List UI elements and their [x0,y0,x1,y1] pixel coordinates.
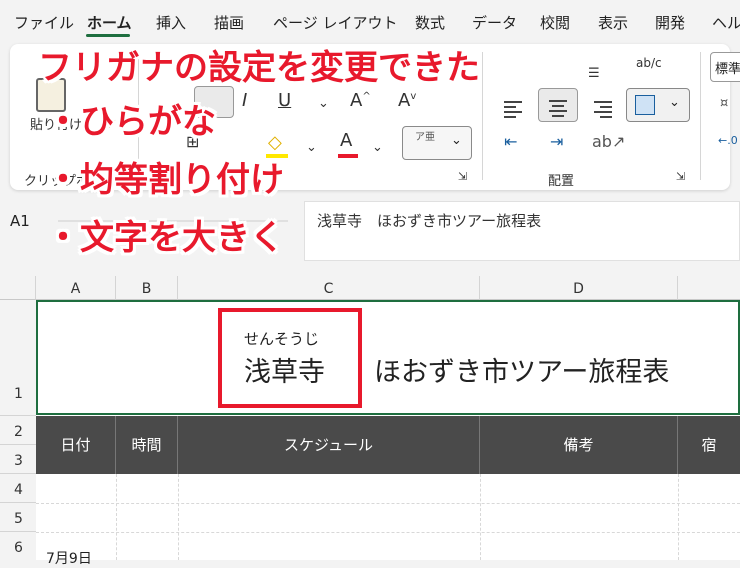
decrease-indent-icon[interactable]: ⇤ [504,132,517,151]
menu-review[interactable]: 校閲 [540,12,570,33]
increase-font-icon[interactable]: A^ [350,90,371,111]
menu-view[interactable]: 表示 [598,12,628,33]
menu-page-layout[interactable]: ページ レイアウト [273,12,397,33]
gridline [36,532,740,533]
merge-center-button[interactable]: ⌄ [626,88,690,122]
orientation-icon[interactable]: ab↗ [592,132,625,151]
column-header-d[interactable]: D [480,276,678,300]
title-main-text: 浅草寺 [244,357,325,388]
gridline [678,474,679,560]
furigana-text: せんそうじ [244,330,320,348]
column-header-c[interactable]: C [178,276,480,300]
header-date[interactable]: 日付 [36,416,116,474]
decimal-icon[interactable]: ←.0 [718,134,738,147]
annotation-bullet-larger: ・文字を大きく [46,218,284,258]
row-header-4[interactable]: 4 [0,474,36,503]
header-lodging[interactable]: 宿 [678,416,740,474]
accounting-icon[interactable]: ¤ [720,96,728,111]
alignment-group-label: 配置 [548,174,575,189]
underline-icon[interactable]: U [278,90,291,111]
number-format-select[interactable]: 標準 [710,52,740,82]
menu-file[interactable]: ファイル [14,12,74,33]
align-top-icon[interactable]: ☰ [588,66,600,81]
phonetic-chevron-icon: ⌄ [451,133,462,148]
align-right-icon[interactable] [594,98,612,121]
name-box[interactable]: A1 [10,201,48,241]
menu-developer[interactable]: 開発 [655,12,685,33]
font-dialog-launcher-icon[interactable]: ⇲ [458,170,467,183]
annotation-title: フリガナの設定を変更できた [38,48,480,88]
header-schedule[interactable]: スケジュール [178,416,480,474]
menu-insert[interactable]: 挿入 [156,12,186,33]
annotation-bullet-distributed: ・均等割り付け [46,160,284,200]
phonetic-label: ア亜 [415,132,435,143]
row-header-2[interactable]: 2 [0,416,36,445]
gridline [480,474,481,560]
column-header-b[interactable]: B [116,276,178,300]
alignment-dialog-launcher-icon[interactable]: ⇲ [676,170,685,183]
menu-help[interactable]: ヘルプ [712,12,740,33]
decrease-font-icon[interactable]: Av [398,90,416,111]
wrap-text-icon[interactable]: ab/c [636,56,662,70]
align-center-button[interactable] [538,88,578,122]
chevron-down-icon[interactable]: ⌄ [318,96,329,111]
number-format-value: 標準 [715,62,740,77]
cell-a6-text: 7月9日 [46,551,92,567]
font-color-chevron-icon[interactable]: ⌄ [372,140,383,155]
column-header-a[interactable]: A [36,276,116,300]
gridline [178,474,179,560]
gridline [36,503,740,504]
fill-color-icon[interactable]: ◇ [268,132,282,153]
row-header-5[interactable]: 5 [0,503,36,532]
merge-chevron-icon: ⌄ [669,95,680,110]
menu-bar: ファイル ホーム 挿入 描画 ページ レイアウト 数式 データ 校閲 表示 開発… [0,0,740,44]
title-cell[interactable]: せんそうじ 浅草寺 ほおずき市ツアー旅程表 [36,300,740,415]
font-color-icon[interactable]: A [340,130,352,151]
font-color-bar [338,154,358,158]
increase-indent-icon[interactable]: ⇥ [550,132,563,151]
header-time[interactable]: 時間 [116,416,178,474]
select-all-corner[interactable] [0,276,36,300]
fill-chevron-icon[interactable]: ⌄ [306,140,317,155]
formula-input[interactable]: 浅草寺 ほおずき市ツアー旅程表 [304,201,740,261]
gridline [116,474,117,560]
row-header-3[interactable]: 3 [0,445,36,474]
row-header-6[interactable]: 6 [0,532,36,560]
menu-home[interactable]: ホーム [87,12,132,33]
menu-draw[interactable]: 描画 [214,12,244,33]
annotation-bullet-hiragana: ・ひらがな [46,102,216,142]
title-rest-text: ほおずき市ツアー旅程表 [374,357,670,388]
menu-data[interactable]: データ [472,12,517,33]
row-header-1[interactable]: 1 [0,300,36,416]
column-header-e[interactable] [678,276,740,300]
phonetic-button[interactable]: ア亜 ⌄ [402,126,472,160]
align-left-icon[interactable] [504,98,522,121]
italic-icon[interactable]: I [242,90,247,111]
active-tab-indicator [86,34,130,37]
header-notes[interactable]: 備考 [480,416,678,474]
menu-formulas[interactable]: 数式 [415,12,445,33]
